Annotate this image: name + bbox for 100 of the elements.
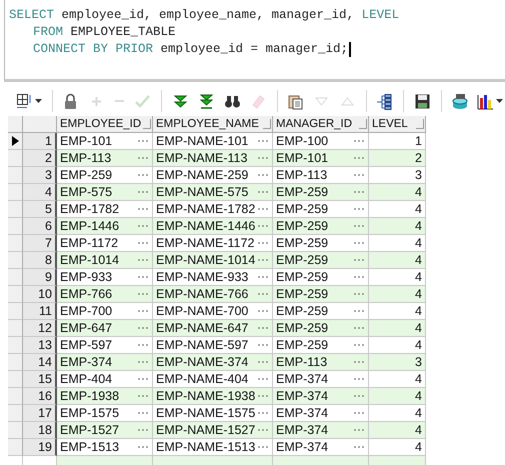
table-cell: EMP-1446: [57, 218, 153, 235]
ellipsis-icon[interactable]: [137, 156, 149, 160]
ellipsis-icon[interactable]: [257, 428, 269, 432]
table-cell: EMP-647: [57, 320, 153, 337]
table-cell: EMP-1513: [57, 439, 153, 456]
row-number: 18: [23, 422, 57, 439]
ellipsis-icon[interactable]: [137, 139, 149, 143]
table-cell: EMP-NAME-766: [153, 286, 273, 303]
ellipsis-icon[interactable]: [257, 207, 269, 211]
ellipsis-icon[interactable]: [137, 173, 149, 177]
table-cell: 4: [369, 439, 426, 456]
row-number: 10: [23, 286, 57, 303]
row-number: 5: [23, 201, 57, 218]
ellipsis-icon[interactable]: [353, 173, 365, 177]
ellipsis-icon[interactable]: [353, 275, 365, 279]
ellipsis-icon[interactable]: [257, 445, 269, 449]
ellipsis-icon[interactable]: [137, 428, 149, 432]
ellipsis-icon[interactable]: [137, 411, 149, 415]
ellipsis-icon[interactable]: [257, 258, 269, 262]
ellipsis-icon[interactable]: [353, 207, 365, 211]
ellipsis-icon[interactable]: [137, 343, 149, 347]
ellipsis-icon[interactable]: [353, 377, 365, 381]
ellipsis-icon[interactable]: [137, 326, 149, 330]
ellipsis-icon[interactable]: [257, 360, 269, 364]
table-cell: EMP-259: [57, 167, 153, 184]
ellipsis-icon[interactable]: [353, 445, 365, 449]
ellipsis-icon[interactable]: [353, 360, 365, 364]
ellipsis-icon[interactable]: [137, 377, 149, 381]
ellipsis-icon[interactable]: [137, 292, 149, 296]
eraser-icon: [250, 92, 267, 110]
table-cell: 4: [369, 252, 426, 269]
table-cell: EMP-259: [273, 303, 369, 320]
column-header[interactable]: EMPLOYEE_NAME: [153, 116, 273, 133]
ellipsis-icon[interactable]: [353, 309, 365, 313]
ellipsis-icon[interactable]: [353, 241, 365, 245]
ellipsis-icon[interactable]: [257, 190, 269, 194]
ellipsis-icon[interactable]: [137, 207, 149, 211]
ellipsis-icon[interactable]: [257, 292, 269, 296]
ellipsis-icon[interactable]: [257, 377, 269, 381]
ellipsis-icon[interactable]: [353, 394, 365, 398]
table-cell: EMP-113: [273, 167, 369, 184]
table-cell: EMP-259: [273, 286, 369, 303]
ellipsis-icon[interactable]: [137, 309, 149, 313]
database-icon: [450, 92, 468, 110]
table-cell: EMP-700: [57, 303, 153, 320]
table-cell: EMP-259: [273, 235, 369, 252]
column-header[interactable]: EMPLOYEE_ID: [57, 116, 153, 133]
column-header[interactable]: LEVEL: [369, 116, 426, 133]
ellipsis-icon[interactable]: [353, 428, 365, 432]
table-cell: EMP-101: [273, 150, 369, 167]
ellipsis-icon[interactable]: [137, 445, 149, 449]
ellipsis-icon[interactable]: [257, 394, 269, 398]
ellipsis-icon[interactable]: [257, 173, 269, 177]
row-number: 16: [23, 388, 57, 405]
table-cell: EMP-NAME-101: [153, 133, 273, 150]
ellipsis-icon[interactable]: [257, 343, 269, 347]
ellipsis-icon[interactable]: [137, 190, 149, 194]
row-indicator[interactable]: [8, 133, 23, 150]
table-cell: EMP-113: [273, 354, 369, 371]
ellipsis-icon[interactable]: [353, 258, 365, 262]
row-number: 9: [23, 269, 57, 286]
ellipsis-icon[interactable]: [257, 275, 269, 279]
row-number: 13: [23, 337, 57, 354]
ellipsis-icon[interactable]: [257, 411, 269, 415]
row-number: 3: [23, 167, 57, 184]
ellipsis-icon[interactable]: [353, 224, 365, 228]
ellipsis-icon[interactable]: [137, 241, 149, 245]
table-cell: EMP-374: [273, 388, 369, 405]
current-row-icon: [12, 136, 18, 146]
table-cell: 3: [369, 167, 426, 184]
ellipsis-icon[interactable]: [137, 360, 149, 364]
ellipsis-icon[interactable]: [257, 156, 269, 160]
ellipsis-icon[interactable]: [257, 309, 269, 313]
table-cell: EMP-933: [57, 269, 153, 286]
table-cell: EMP-259: [273, 252, 369, 269]
table-cell: EMP-1527: [57, 422, 153, 439]
table-cell: EMP-259: [273, 320, 369, 337]
ellipsis-icon[interactable]: [137, 275, 149, 279]
ellipsis-icon[interactable]: [353, 139, 365, 143]
ellipsis-icon[interactable]: [257, 326, 269, 330]
ellipsis-icon[interactable]: [137, 258, 149, 262]
ellipsis-icon[interactable]: [353, 411, 365, 415]
ellipsis-icon[interactable]: [353, 343, 365, 347]
ellipsis-icon[interactable]: [257, 224, 269, 228]
ellipsis-icon[interactable]: [137, 394, 149, 398]
row-number: 4: [23, 184, 57, 201]
table-cell: 4: [369, 286, 426, 303]
table-cell: EMP-NAME-404: [153, 371, 273, 388]
ellipsis-icon[interactable]: [353, 326, 365, 330]
table-cell: 4: [369, 201, 426, 218]
ellipsis-icon[interactable]: [257, 139, 269, 143]
ellipsis-icon[interactable]: [353, 190, 365, 194]
ellipsis-icon[interactable]: [353, 156, 365, 160]
ellipsis-icon[interactable]: [353, 292, 365, 296]
table-cell: EMP-113: [57, 150, 153, 167]
ellipsis-icon[interactable]: [257, 241, 269, 245]
double-arrow-icon: [172, 92, 189, 110]
sql-editor[interactable]: SELECT employee_id, employee_name, manager_id, LEVEL FROM EMPLOYEE_TABLE CONNECT BY PRIOR employee_id = manager_id;: [4, 0, 505, 82]
column-header[interactable]: MANAGER_ID: [273, 116, 369, 133]
ellipsis-icon[interactable]: [137, 224, 149, 228]
